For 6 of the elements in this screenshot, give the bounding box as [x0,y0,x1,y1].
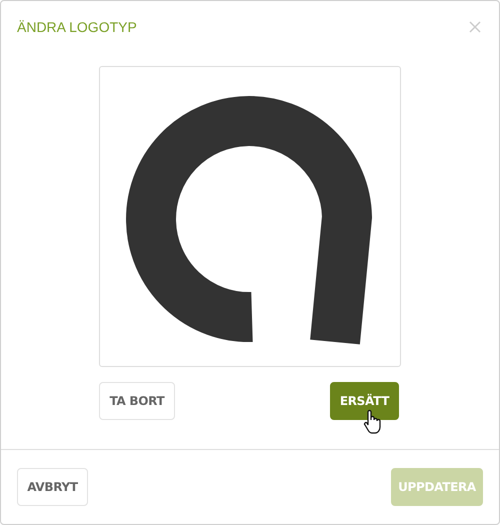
dialog-title: ÄNDRA LOGOTYP [17,18,137,36]
secondary-button[interactable]: AVBRYT [17,468,88,506]
close-icon[interactable] [469,21,481,33]
replace-button[interactable]: ERSÄTT [330,382,399,420]
secondary-button[interactable]: TA BORT [99,382,175,420]
pointer-hand-icon [363,409,381,435]
